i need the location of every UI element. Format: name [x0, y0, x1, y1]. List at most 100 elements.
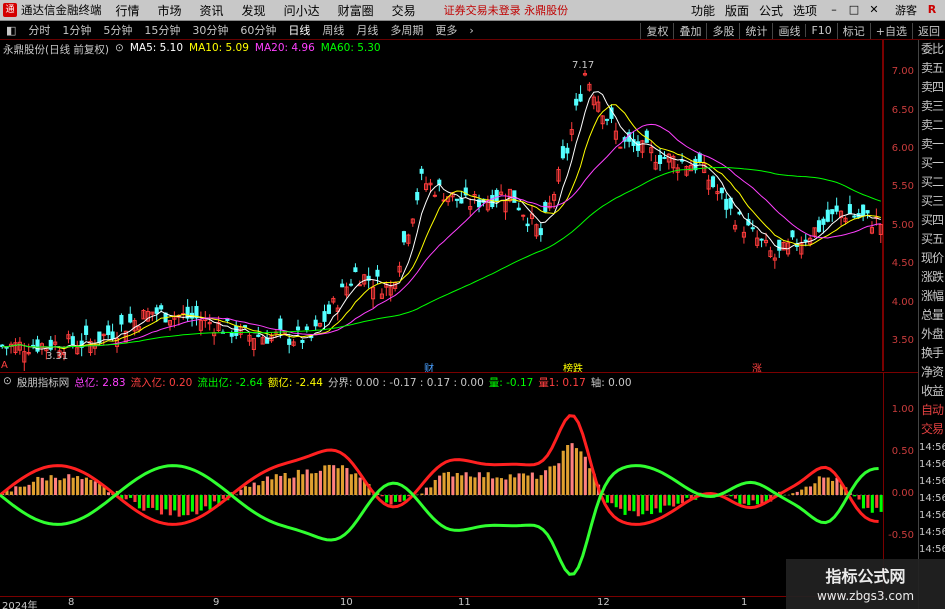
panel-item[interactable]: 买二: [919, 173, 945, 192]
panel-item[interactable]: 卖四: [919, 78, 945, 97]
period-tab[interactable]: 15分钟: [142, 22, 182, 38]
panel-item[interactable]: 买三: [919, 192, 945, 211]
ma20-label: MA20: 4.96: [254, 42, 315, 54]
period-tab[interactable]: 月线: [354, 22, 380, 38]
candlestick-chart[interactable]: 永鼎股份(日线 前复权) ⊙ MA5: 5.10 MA10: 5.09 MA20…: [0, 40, 883, 375]
menu-item-function[interactable]: 功能: [691, 2, 715, 19]
period-tab[interactable]: 5分钟: [101, 22, 134, 38]
inflow-line: [0, 414, 879, 526]
period-tab[interactable]: 30分钟: [190, 22, 230, 38]
candle-body: [340, 283, 345, 288]
menu-item-quotes[interactable]: 行情: [116, 2, 140, 19]
volume-bar: [385, 495, 389, 503]
menu-item-trade[interactable]: 交易: [392, 2, 416, 19]
panel-item[interactable]: 涨幅: [919, 287, 945, 306]
minimize-icon[interactable]: –: [827, 3, 841, 17]
panel-item[interactable]: 买五: [919, 230, 945, 249]
volume-bar: [89, 479, 93, 495]
panel-item[interactable]: 卖五: [919, 59, 945, 78]
menu-item-discover[interactable]: 发现: [242, 2, 266, 19]
volume-bar: [654, 495, 658, 509]
trade-time: 14:56: [919, 510, 945, 521]
menu-item-options[interactable]: 选项: [793, 2, 817, 19]
trade-label[interactable]: 交易: [919, 420, 945, 439]
volume-bar: [627, 495, 632, 511]
volume-bar: [314, 473, 318, 495]
tool-button[interactable]: 统计: [739, 22, 772, 39]
tool-button[interactable]: 标记: [836, 22, 870, 39]
panel-item[interactable]: 现价: [919, 249, 945, 268]
volume-bar: [398, 495, 402, 502]
candle-body: [415, 191, 420, 201]
volume-bar: [623, 495, 627, 515]
candle-body: [225, 318, 230, 321]
panel-item[interactable]: 委比: [919, 40, 945, 59]
volume-bar: [393, 495, 398, 502]
panel-item[interactable]: 净资: [919, 363, 945, 382]
panel-item[interactable]: 卖三: [919, 97, 945, 116]
menu-item-layout[interactable]: 版面: [725, 2, 749, 19]
volume-bar: [402, 495, 406, 501]
tool-button[interactable]: +自选: [869, 22, 912, 39]
volume-bar: [296, 469, 300, 495]
volume-bar: [853, 495, 857, 497]
close-icon[interactable]: ✕: [867, 3, 881, 17]
panel-item[interactable]: 收益: [919, 382, 945, 401]
menu-item-ask[interactable]: 问小达: [284, 2, 320, 19]
maximize-icon[interactable]: □: [847, 3, 861, 17]
candle-body: [847, 204, 852, 215]
candle-body: [234, 325, 239, 336]
tool-button[interactable]: F10: [805, 24, 836, 37]
volume-bar: [270, 479, 274, 495]
indicator-chart[interactable]: ⊙ 殷朋指标网 总亿: 2.83 流入亿: 0.20 流出亿: -2.64 额亿…: [0, 372, 883, 596]
tool-button[interactable]: 画线: [772, 22, 805, 39]
period-tab[interactable]: 周线: [320, 22, 346, 38]
period-tab-daily[interactable]: 日线: [286, 22, 312, 38]
menu-item-formula[interactable]: 公式: [759, 2, 783, 19]
candle-body: [287, 338, 292, 345]
volume-bar: [658, 495, 662, 513]
event-marker-a[interactable]: A: [1, 360, 8, 371]
menu-bar: 通 通达信金融终端 行情 市场 资讯 发现 问小达 财富圈 交易 证券交易未登录…: [0, 0, 945, 21]
volume-bar: [133, 495, 137, 502]
price-tick: 5.00: [891, 220, 914, 231]
tool-button[interactable]: 复权: [640, 22, 673, 39]
panel-item[interactable]: 总量: [919, 306, 945, 325]
auto-trade-label[interactable]: 自动: [919, 401, 945, 420]
stock-title: 永鼎股份(日线 前复权): [3, 44, 110, 56]
panel-item[interactable]: 外盘: [919, 325, 945, 344]
tool-button[interactable]: 叠加: [673, 22, 706, 39]
tool-button[interactable]: 多股: [706, 22, 739, 39]
sidebar-toggle-icon[interactable]: ◧: [4, 24, 18, 37]
panel-item[interactable]: 卖一: [919, 135, 945, 154]
menu-item-news[interactable]: 资讯: [200, 2, 224, 19]
period-tab[interactable]: 1分钟: [60, 22, 93, 38]
volume-bar: [340, 465, 345, 495]
panel-item[interactable]: 卖二: [919, 116, 945, 135]
tool-button[interactable]: 返回: [912, 22, 945, 39]
period-tab[interactable]: 分时: [26, 22, 52, 38]
volume-bar: [62, 478, 66, 495]
ma10-label: MA10: 5.09: [189, 42, 249, 54]
candle-body: [821, 218, 826, 225]
menu-item-wealth[interactable]: 财富圈: [338, 2, 374, 19]
settings-icon[interactable]: ⊙: [3, 375, 12, 390]
chevron-right-icon[interactable]: ›: [467, 24, 475, 37]
volume-bar: [190, 495, 194, 512]
menu-item-market[interactable]: 市场: [158, 2, 182, 19]
settings-icon[interactable]: ⊙: [115, 42, 124, 57]
volume-bar: [27, 484, 31, 495]
trading-terminal-window: 通 通达信金融终端 行情 市场 资讯 发现 问小达 财富圈 交易 证券交易未登录…: [0, 0, 945, 609]
guest-label[interactable]: 游客: [895, 2, 917, 18]
period-tab[interactable]: 60分钟: [238, 22, 278, 38]
volume-bar: [53, 477, 58, 495]
price-tick: 6.50: [891, 105, 914, 116]
period-tab[interactable]: 多周期: [388, 22, 425, 38]
period-tab-more[interactable]: 更多: [433, 22, 459, 38]
panel-item[interactable]: 买一: [919, 154, 945, 173]
volume-bar: [261, 480, 265, 495]
app-badge-icon: R: [927, 3, 937, 16]
panel-item[interactable]: 买四: [919, 211, 945, 230]
panel-item[interactable]: 涨跌: [919, 268, 945, 287]
panel-item[interactable]: 换手: [919, 344, 945, 363]
